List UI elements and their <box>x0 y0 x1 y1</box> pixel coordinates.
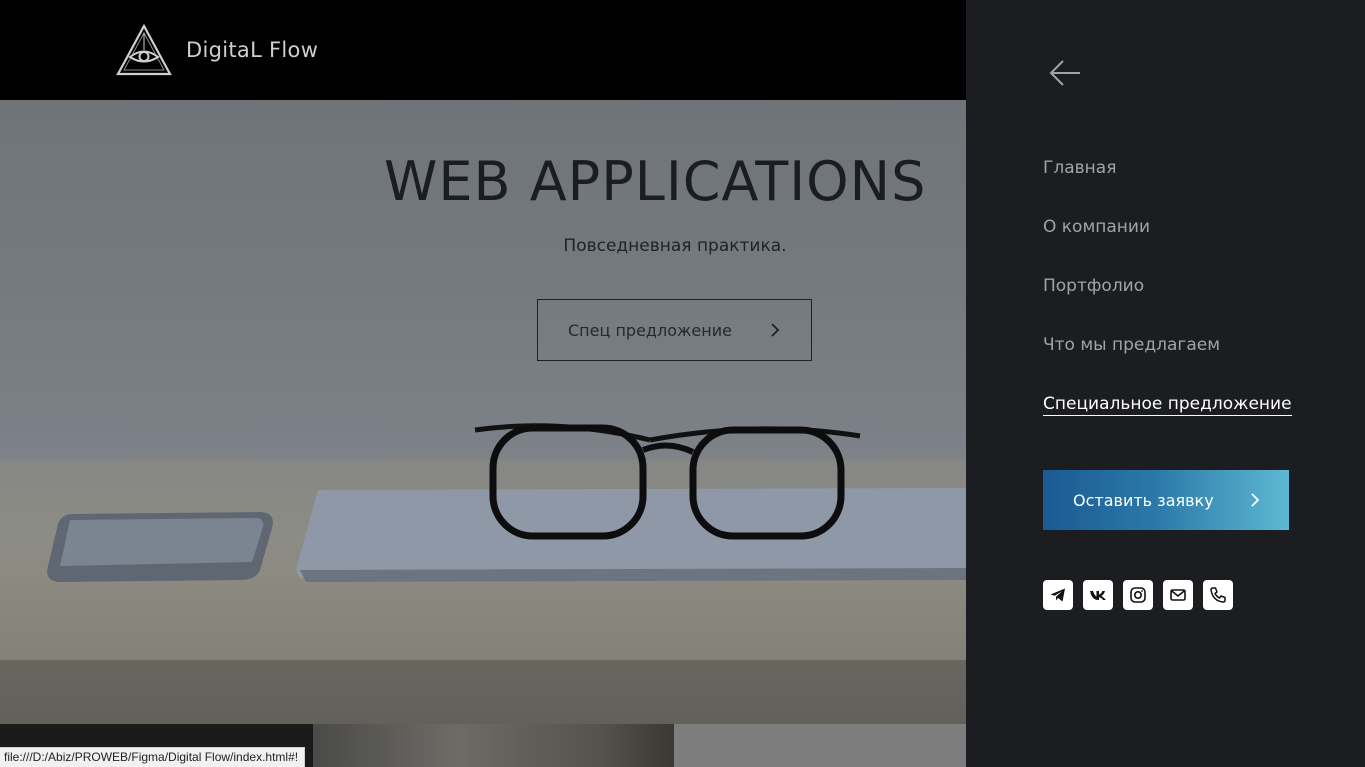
chevron-right-icon <box>1251 493 1260 507</box>
chevron-right-icon <box>771 323 780 337</box>
vk-icon <box>1090 591 1106 601</box>
leave-request-button-label: Оставить заявку <box>1073 490 1214 510</box>
telegram-link[interactable] <box>1043 580 1073 610</box>
phone-link[interactable] <box>1203 580 1233 610</box>
nav-item-label: Портфолио <box>1043 276 1145 296</box>
logo-link[interactable]: DigitaL Flow <box>116 24 318 76</box>
special-offer-button[interactable]: Спец предложение <box>537 299 812 361</box>
instagram-icon <box>1130 587 1146 603</box>
nav-item-services[interactable]: Что мы предлагаем <box>1043 335 1292 394</box>
nav-item-portfolio[interactable]: Портфолио <box>1043 276 1292 335</box>
hero-section: WEB APPLICATIONS Повседневная практика. … <box>0 100 966 724</box>
nav-item-home[interactable]: Главная <box>1043 158 1292 217</box>
special-offer-button-label: Спец предложение <box>568 320 732 340</box>
social-links <box>1043 580 1243 610</box>
nav-item-special-offer[interactable]: Специальное предложение <box>1043 394 1292 453</box>
preview-photo <box>313 724 674 767</box>
nav-item-label: Специальное предложение <box>1043 394 1292 416</box>
leave-request-button[interactable]: Оставить заявку <box>1043 470 1289 530</box>
mail-link[interactable] <box>1163 580 1193 610</box>
nav-item-label: О компании <box>1043 217 1151 237</box>
nav-item-label: Главная <box>1043 158 1117 178</box>
phone-icon <box>1210 587 1226 603</box>
side-nav: Главная О компании Портфолио Что мы пред… <box>1043 158 1292 453</box>
logo-text: DigitaL Flow <box>186 38 319 62</box>
arrow-left-icon[interactable] <box>1048 58 1082 88</box>
hero-title: WEB APPLICATIONS <box>384 150 927 213</box>
side-menu: Главная О компании Портфолио Что мы пред… <box>966 0 1365 767</box>
preview-light-block <box>674 724 966 767</box>
hero-subtitle: Повседневная практика. <box>563 236 787 256</box>
instagram-link[interactable] <box>1123 580 1153 610</box>
vk-link[interactable] <box>1083 580 1113 610</box>
mail-icon <box>1170 589 1186 601</box>
site-header: DigitaL Flow <box>0 0 966 100</box>
logo-triangle-eye-icon <box>116 24 172 76</box>
browser-status-url: file:///D:/Abiz/PROWEB/Figma/Digital Flo… <box>0 747 306 767</box>
telegram-icon <box>1050 588 1065 602</box>
nav-item-about[interactable]: О компании <box>1043 217 1292 276</box>
nav-item-label: Что мы предлагаем <box>1043 335 1221 355</box>
